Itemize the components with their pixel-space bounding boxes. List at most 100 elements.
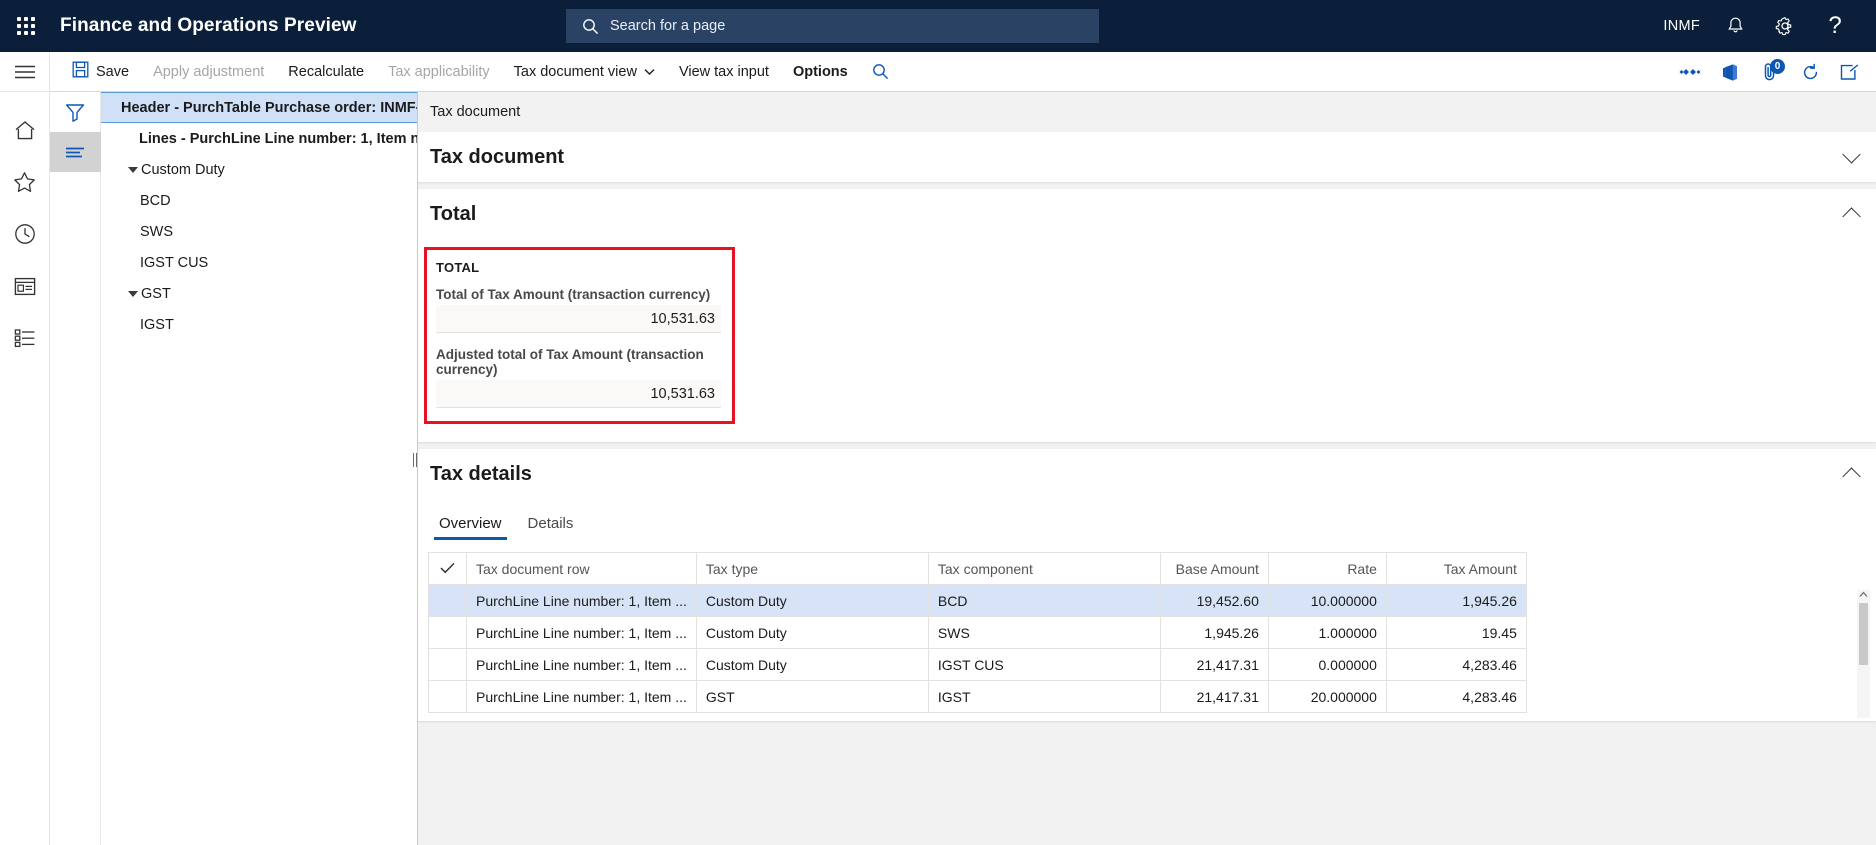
cell-tax-component[interactable]: IGST: [927, 680, 1161, 713]
sidebar-modules[interactable]: [0, 312, 50, 364]
column-header-tax-component[interactable]: Tax component: [927, 552, 1161, 585]
row-checkbox[interactable]: [428, 616, 467, 649]
options-label: Options: [792, 63, 848, 80]
cell-base-amount[interactable]: 19,452.60: [1159, 584, 1269, 617]
pane-splitter-handle[interactable]: [411, 452, 417, 468]
command-search-icon[interactable]: [860, 52, 901, 92]
lines-list-icon[interactable]: [49, 132, 101, 172]
recalculate-button[interactable]: Recalculate: [276, 52, 376, 92]
tab-overview[interactable]: Overview: [428, 511, 513, 540]
grid-scroll-thumb[interactable]: [1859, 603, 1868, 665]
cell-tax-amount[interactable]: 19.45: [1385, 616, 1527, 649]
sidebar-favorites[interactable]: [0, 156, 50, 208]
cell-rate[interactable]: 1.000000: [1267, 616, 1387, 649]
refresh-icon[interactable]: [1790, 52, 1830, 92]
cell-tax-amount[interactable]: 1,945.26: [1385, 584, 1527, 617]
hamburger-menu-icon[interactable]: [0, 52, 50, 92]
cell-tax-component[interactable]: IGST CUS: [927, 648, 1161, 681]
total-section-header[interactable]: Total: [418, 189, 1876, 239]
cell-tax-document-row[interactable]: PurchLine Line number: 1, Item ...: [466, 648, 697, 681]
gear-icon[interactable]: [1760, 0, 1810, 52]
save-button[interactable]: Save: [60, 52, 141, 92]
cell-tax-document-row[interactable]: PurchLine Line number: 1, Item ...: [466, 584, 697, 617]
grid-vertical-scrollbar[interactable]: [1857, 590, 1870, 718]
chevron-down-icon[interactable]: [1842, 145, 1861, 164]
sidebar-home[interactable]: [0, 104, 50, 156]
cell-tax-document-row[interactable]: PurchLine Line number: 1, Item ...: [466, 616, 697, 649]
cell-rate[interactable]: 10.000000: [1267, 584, 1387, 617]
global-search-placeholder: Search for a page: [610, 18, 726, 34]
tree-node-header[interactable]: Header - PurchTable Purchase order: INMF…: [101, 92, 417, 123]
cell-tax-component[interactable]: SWS: [927, 616, 1161, 649]
attachments-icon[interactable]: 0: [1750, 52, 1790, 92]
select-all-checkbox[interactable]: [428, 552, 467, 585]
filter-funnel-icon[interactable]: [50, 92, 101, 132]
page-body: Header - PurchTable Purchase order: INMF…: [0, 92, 1876, 845]
cell-tax-type[interactable]: Custom Duty: [695, 616, 929, 649]
cell-tax-document-row[interactable]: PurchLine Line number: 1, Item ...: [466, 680, 697, 713]
tree-node-sws[interactable]: SWS: [101, 216, 417, 247]
cell-tax-type[interactable]: GST: [695, 680, 929, 713]
sidebar-workspaces[interactable]: [0, 260, 50, 312]
top-navigation-bar: Finance and Operations Preview Search fo…: [0, 0, 1876, 52]
company-selector[interactable]: INMF: [1653, 0, 1710, 52]
scroll-up-arrow-icon[interactable]: [1859, 590, 1868, 599]
tax-details-grid-body: PurchLine Line number: 1, Item ... Custo…: [428, 584, 1527, 713]
tax-document-view-menu[interactable]: Tax document view: [502, 52, 667, 92]
question-mark-icon[interactable]: ?: [1810, 0, 1860, 52]
tax-document-section-header[interactable]: Tax document: [418, 132, 1876, 182]
tree-node-gst[interactable]: GST: [101, 278, 417, 309]
bell-icon[interactable]: [1710, 0, 1760, 52]
expand-collapse-caret-icon[interactable]: [127, 290, 139, 297]
total-highlighted-group: TOTAL Total of Tax Amount (transaction c…: [424, 247, 735, 424]
global-search-box[interactable]: Search for a page: [566, 9, 1099, 43]
sidebar-recent[interactable]: [0, 208, 50, 260]
apply-adjustment-button: Apply adjustment: [141, 52, 276, 92]
app-launcher-icon[interactable]: [0, 0, 52, 52]
table-row[interactable]: PurchLine Line number: 1, Item ... Custo…: [428, 616, 1527, 649]
cell-tax-type[interactable]: Custom Duty: [695, 584, 929, 617]
row-checkbox[interactable]: [428, 584, 467, 617]
tax-details-section-title: Tax details: [430, 462, 532, 485]
chevron-up-icon[interactable]: [1842, 467, 1861, 486]
total-tax-amount-value[interactable]: 10,531.63: [436, 305, 721, 333]
column-header-tax-type[interactable]: Tax type: [695, 552, 929, 585]
column-header-rate[interactable]: Rate: [1267, 552, 1387, 585]
adjusted-total-tax-amount-value[interactable]: 10,531.63: [436, 380, 721, 408]
view-tax-input-button[interactable]: View tax input: [667, 52, 781, 92]
column-header-base-amount[interactable]: Base Amount: [1159, 552, 1269, 585]
cell-rate[interactable]: 20.000000: [1267, 680, 1387, 713]
attachments-badge: 0: [1770, 59, 1785, 74]
column-header-tax-document-row[interactable]: Tax document row: [466, 552, 697, 585]
tab-details[interactable]: Details: [517, 511, 585, 540]
cell-tax-amount[interactable]: 4,283.46: [1385, 680, 1527, 713]
table-row[interactable]: PurchLine Line number: 1, Item ... Custo…: [428, 584, 1527, 617]
tree-node-bcd[interactable]: BCD: [101, 185, 417, 216]
options-button[interactable]: Options: [781, 52, 860, 92]
total-section-title: Total: [430, 202, 477, 225]
cell-rate[interactable]: 0.000000: [1267, 648, 1387, 681]
expand-collapse-caret-icon[interactable]: [127, 166, 139, 173]
table-row[interactable]: PurchLine Line number: 1, Item ... GST I…: [428, 680, 1527, 713]
office-apps-icon[interactable]: [1710, 52, 1750, 92]
main-content: Tax document Tax document Total TOTAL To…: [418, 92, 1876, 845]
cell-tax-component[interactable]: BCD: [927, 584, 1161, 617]
personalize-diamonds-icon[interactable]: [1670, 52, 1710, 92]
tree-node-lines[interactable]: Lines - PurchLine Line number: 1, Item n…: [101, 123, 417, 154]
open-in-new-window-icon[interactable]: [1830, 52, 1870, 92]
cell-tax-type[interactable]: Custom Duty: [695, 648, 929, 681]
total-group-caption: TOTAL: [436, 260, 480, 275]
tree-node-custom-duty[interactable]: Custom Duty: [101, 154, 417, 185]
tax-details-section-header[interactable]: Tax details: [418, 449, 1876, 499]
cell-tax-amount[interactable]: 4,283.46: [1385, 648, 1527, 681]
row-checkbox[interactable]: [428, 648, 467, 681]
tree-node-igst-cus[interactable]: IGST CUS: [101, 247, 417, 278]
table-row[interactable]: PurchLine Line number: 1, Item ... Custo…: [428, 648, 1527, 681]
column-header-tax-amount[interactable]: Tax Amount: [1385, 552, 1527, 585]
cell-base-amount[interactable]: 21,417.31: [1159, 648, 1269, 681]
cell-base-amount[interactable]: 21,417.31: [1159, 680, 1269, 713]
chevron-up-icon[interactable]: [1842, 207, 1861, 226]
cell-base-amount[interactable]: 1,945.26: [1159, 616, 1269, 649]
row-checkbox[interactable]: [428, 680, 467, 713]
tree-node-igst[interactable]: IGST: [101, 309, 417, 340]
